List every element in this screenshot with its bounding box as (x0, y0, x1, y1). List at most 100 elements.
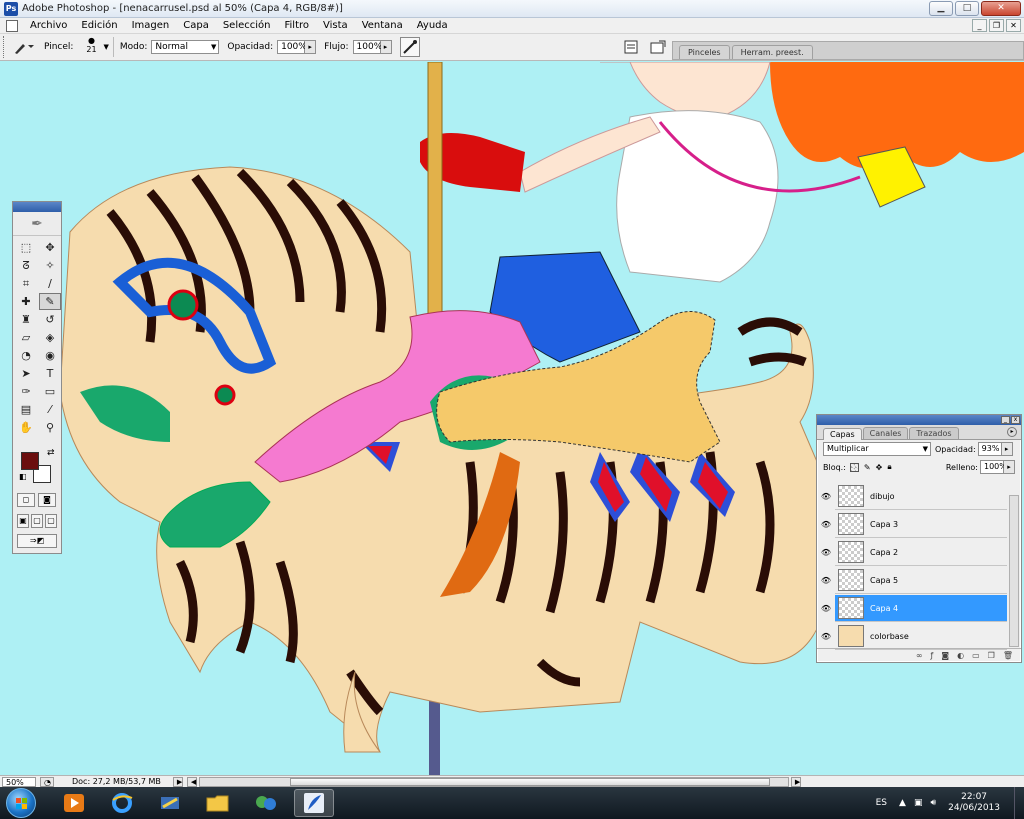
tool-preset-picker[interactable] (10, 37, 36, 57)
layer-opacity-slider-button[interactable]: ▸ (1001, 442, 1013, 456)
type-icon[interactable]: T (39, 365, 61, 382)
foreground-color-swatch[interactable] (21, 452, 39, 470)
screen-mode-full-button[interactable]: ▢ (45, 514, 57, 528)
screen-mode-standard-button[interactable]: ▣ (17, 514, 29, 528)
lock-position-icon[interactable]: ✥ (876, 463, 883, 472)
minimize-button[interactable]: ▁ (929, 1, 953, 16)
blend-mode-select[interactable]: Multiplicar ▼ (823, 442, 931, 456)
tools-titlebar[interactable] (13, 202, 61, 212)
lock-all-icon[interactable]: 🔒︎ (887, 462, 891, 472)
doc-close-button[interactable]: ✕ (1006, 19, 1021, 32)
brush-size-picker[interactable]: ● 21 (81, 36, 101, 58)
move-icon[interactable]: ✥ (39, 239, 61, 256)
eye-icon[interactable]: 👁︎ (819, 539, 833, 566)
layer-opacity-input[interactable]: 93% (977, 442, 1002, 456)
doc-restore-button[interactable]: ❐ (989, 19, 1004, 32)
maximize-button[interactable]: □ (955, 1, 979, 16)
taskbar-photoshop[interactable] (294, 789, 334, 817)
layer-row-capa-5[interactable]: 👁︎ Capa 5 (821, 567, 1007, 594)
taskbar-internet-explorer[interactable] (102, 789, 142, 817)
new-layer-icon[interactable]: ❐ (988, 651, 995, 660)
airbrush-button[interactable] (399, 37, 420, 57)
slice-icon[interactable]: ∕ (39, 275, 61, 292)
close-button[interactable]: ✕ (981, 1, 1021, 16)
start-button[interactable] (6, 788, 36, 818)
adjustment-layer-icon[interactable]: ◐ (957, 651, 964, 660)
lasso-icon[interactable]: ᘔ (15, 257, 37, 274)
link-layers-icon[interactable]: ∞ (916, 651, 923, 660)
eyedropper-icon[interactable]: ⁄ (39, 401, 61, 418)
eye-icon[interactable]: 👁︎ (819, 567, 833, 594)
panel-close-button[interactable]: x (1011, 416, 1020, 424)
fill-slider-button[interactable]: ▸ (1004, 460, 1015, 474)
layer-row-dibujo[interactable]: 👁︎ dibujo (821, 483, 1007, 510)
zoom-preview-icon[interactable]: ◔ (40, 776, 54, 787)
options-grip[interactable] (3, 36, 6, 58)
mode-select[interactable]: Normal ▼ (151, 40, 220, 54)
menu-vista[interactable]: Vista (316, 20, 355, 31)
default-colors-icon[interactable]: ◧ (19, 472, 27, 481)
menu-ayuda[interactable]: Ayuda (410, 20, 455, 31)
taskbar-app-3[interactable] (150, 789, 190, 817)
flow-input[interactable]: 100% (352, 40, 382, 54)
palette-toggle-button[interactable] (621, 37, 641, 57)
clock[interactable]: 22:07 24/06/2013 (948, 792, 1000, 814)
network-icon[interactable]: ▣ (914, 798, 923, 808)
taskbar-app-5[interactable] (246, 789, 286, 817)
layer-row-colorbase[interactable]: 👁︎ colorbase (821, 623, 1007, 650)
tab-herramientas-preestablecidas[interactable]: Herram. preest. (731, 45, 813, 59)
panel-menu-button[interactable]: ▸ (1007, 427, 1017, 437)
menu-filtro[interactable]: Filtro (278, 20, 317, 31)
pen-icon[interactable]: ✑ (15, 383, 37, 400)
tab-trazados[interactable]: Trazados (909, 427, 959, 439)
tab-capas[interactable]: Capas (823, 428, 862, 440)
menu-ventana[interactable]: Ventana (355, 20, 410, 31)
brush-icon[interactable]: ✎ (39, 293, 61, 310)
layer-mask-icon[interactable]: ◙ (941, 651, 949, 660)
show-desktop-button[interactable] (1014, 787, 1024, 819)
hand-icon[interactable]: ✋ (15, 419, 37, 436)
eye-icon[interactable]: 👁︎ (819, 623, 833, 650)
eye-icon[interactable]: 👁︎ (819, 595, 833, 622)
tab-pinceles[interactable]: Pinceles (679, 45, 730, 59)
panel-minimize-button[interactable]: _ (1001, 416, 1010, 424)
tab-canales[interactable]: Canales (862, 427, 909, 439)
jump-to-imageready-button[interactable]: ⇒◩ (17, 534, 57, 548)
paint-bucket-icon[interactable]: ◈ (39, 329, 61, 346)
fill-input[interactable]: 100% (980, 460, 1007, 474)
delete-layer-icon[interactable]: 🗑︎ (1003, 651, 1013, 660)
layers-scrollbar[interactable] (1009, 495, 1019, 647)
dodge-icon[interactable]: ◉ (39, 347, 61, 364)
opacity-slider-button[interactable]: ▸ (305, 40, 317, 54)
menu-imagen[interactable]: Imagen (125, 20, 177, 31)
doc-minimize-button[interactable]: _ (972, 19, 987, 32)
zoom-icon[interactable]: ⚲ (39, 419, 61, 436)
layers-titlebar[interactable]: _ x (817, 415, 1021, 425)
path-selection-icon[interactable]: ➤ (15, 365, 37, 382)
menu-edicion[interactable]: Edición (74, 20, 124, 31)
opacity-input[interactable]: 100% (277, 40, 307, 54)
language-indicator[interactable]: ES (876, 798, 887, 808)
menu-seleccion[interactable]: Selección (216, 20, 278, 31)
document-icon[interactable] (6, 19, 18, 32)
eraser-icon[interactable]: ▱ (15, 329, 37, 346)
lock-transparency-icon[interactable] (849, 462, 859, 472)
flow-slider-button[interactable]: ▸ (380, 40, 392, 54)
eye-icon[interactable]: 👁︎ (819, 511, 833, 538)
status-menu-arrow-icon[interactable]: ▶ (172, 776, 183, 787)
clone-stamp-icon[interactable]: ♜ (15, 311, 37, 328)
bridge-button[interactable] (648, 37, 668, 57)
menu-archivo[interactable]: Archivo (23, 20, 74, 31)
horizontal-scrollbar[interactable] (198, 776, 789, 787)
standard-mode-button[interactable]: ◻ (17, 493, 35, 507)
new-group-icon[interactable]: ▭ (972, 651, 980, 660)
notes-icon[interactable]: ▤ (15, 401, 37, 418)
photoshop-feather-icon[interactable]: ✒ (13, 212, 61, 236)
shape-icon[interactable]: ▭ (39, 383, 61, 400)
show-hidden-icons[interactable]: ▲ (899, 798, 906, 808)
scroll-right-icon[interactable]: ▶ (790, 776, 801, 787)
swap-colors-icon[interactable]: ⇄ (47, 448, 55, 458)
scroll-left-icon[interactable]: ◀ (186, 776, 197, 787)
scrollbar-thumb[interactable] (289, 777, 770, 786)
taskbar-media-player[interactable] (54, 789, 94, 817)
